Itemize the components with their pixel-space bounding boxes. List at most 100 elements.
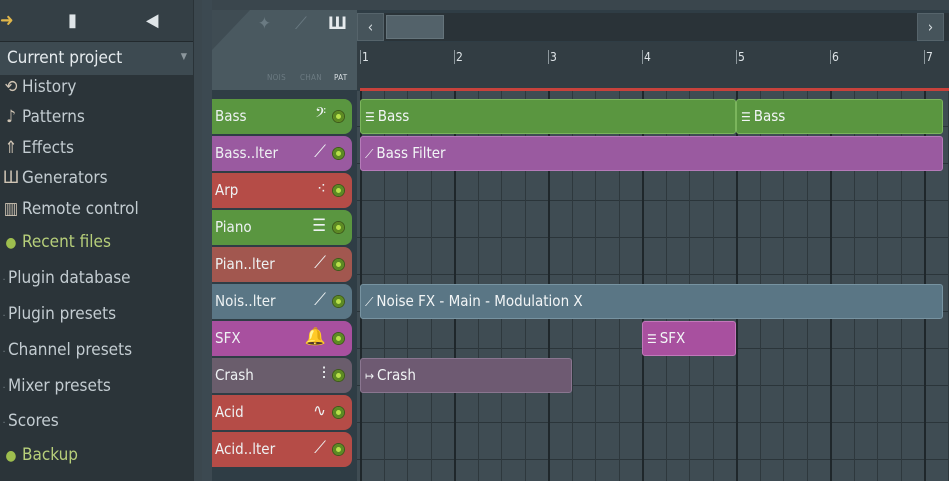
timeline-ruler[interactable]: 1 2 3 4 5 6 7 bbox=[357, 42, 949, 90]
track-mute-led[interactable] bbox=[332, 406, 345, 419]
panel-divider bbox=[202, 0, 212, 481]
browser-item-mixer-presets[interactable]: · Mixer presets bbox=[0, 376, 111, 404]
track-header-piano[interactable]: Piano ☰ bbox=[212, 210, 352, 245]
browser-panel: ➜ ▮ ◀ Current project ▼ ⟲ History ♪ Pattern… bbox=[0, 0, 193, 481]
track-header-bass[interactable]: Bass 𝄢 bbox=[212, 99, 352, 134]
browser-item-label: Patterns bbox=[22, 107, 85, 127]
track-header-pian-lter[interactable]: Pian..lter ⟋ bbox=[212, 247, 352, 282]
mode-label-chan[interactable]: CHAN bbox=[300, 73, 322, 82]
pattern-clip[interactable]: ☰ SFX bbox=[642, 321, 736, 356]
browser-item-plugin-presets[interactable]: · Plugin presets bbox=[0, 304, 117, 332]
history-icon: ⟲ bbox=[4, 77, 18, 97]
remote-icon: ▥ bbox=[3, 199, 19, 219]
track-name: Acid bbox=[215, 403, 244, 421]
mode-label-nois[interactable]: NOIS bbox=[267, 73, 286, 82]
browser-item-label: Channel presets bbox=[8, 340, 133, 360]
track-mute-led[interactable] bbox=[332, 369, 345, 382]
speaker-icon[interactable]: ◀ bbox=[146, 10, 158, 32]
browser-item-scores[interactable]: · Scores bbox=[0, 411, 59, 439]
green-dot-icon: ● bbox=[5, 448, 17, 464]
bar-number: 6 bbox=[832, 50, 839, 64]
scroll-thumb[interactable] bbox=[386, 15, 444, 39]
pattern-icon: ☰ bbox=[365, 110, 375, 124]
document-icon[interactable]: ▮ bbox=[68, 10, 77, 32]
bar-number: 2 bbox=[456, 50, 463, 64]
bar-tick bbox=[642, 50, 643, 64]
audio-icon: ↦ bbox=[365, 369, 375, 383]
clip-label: Noise FX - Main - Modulation X bbox=[376, 292, 583, 310]
pattern-icon: ☰ bbox=[741, 110, 751, 124]
browser-item-label: Plugin presets bbox=[8, 304, 117, 324]
audio-clip[interactable]: ↦ Crash bbox=[360, 358, 572, 393]
track-name: Pian..lter bbox=[215, 255, 275, 273]
arrow-icon[interactable]: ➜ bbox=[0, 10, 14, 32]
dot-icon: · bbox=[2, 418, 6, 429]
track-mute-led[interactable] bbox=[332, 332, 345, 345]
browser-item-label: Effects bbox=[22, 138, 74, 158]
bar-tick bbox=[830, 50, 831, 64]
browser-item-patterns[interactable]: ♪ Patterns bbox=[0, 107, 85, 135]
automation-icon: ⟋ bbox=[314, 253, 326, 273]
playlist-grid[interactable]: ☰ Bass ☰ Bass ⟋ Bass Filter ⟋ Noise FX - Main -… bbox=[357, 91, 949, 481]
track-header-bass-lter[interactable]: Bass..lter ⟋ bbox=[212, 136, 352, 171]
scroll-right-button[interactable]: › bbox=[917, 13, 944, 41]
browser-item-recent-files[interactable]: ● Recent files bbox=[0, 232, 111, 260]
audio-wave-icon[interactable]: ✦ bbox=[258, 14, 271, 34]
track-mute-led[interactable] bbox=[332, 295, 345, 308]
track-mute-led[interactable] bbox=[332, 110, 345, 123]
bar-number: 1 bbox=[362, 50, 369, 64]
clip-label: Bass Filter bbox=[376, 144, 446, 162]
track-header-sfx[interactable]: SFX 🔔 bbox=[212, 321, 352, 356]
browser-item-channel-presets[interactable]: · Channel presets bbox=[0, 340, 132, 368]
automation-clip[interactable]: ⟋ Noise FX - Main - Modulation X bbox=[360, 284, 943, 319]
track-header-nois-lter[interactable]: Nois..lter ⟋ bbox=[212, 284, 352, 319]
horizontal-scrollbar[interactable]: ‹ › bbox=[357, 13, 949, 41]
browser-scrollbar[interactable] bbox=[193, 0, 202, 481]
browser-item-history[interactable]: ⟲ History bbox=[0, 77, 77, 105]
bar-number: 3 bbox=[550, 50, 557, 64]
browser-item-plugin-database[interactable]: · Plugin database bbox=[0, 268, 131, 296]
browser-item-remote-control[interactable]: ▥ Remote control bbox=[0, 199, 139, 227]
track-name: Nois..lter bbox=[215, 292, 276, 310]
track-header-arp[interactable]: Arp ⁖ bbox=[212, 173, 352, 208]
track-mute-led[interactable] bbox=[332, 147, 345, 160]
automation-icon: ⟋ bbox=[314, 290, 326, 310]
browser-item-label: Scores bbox=[8, 411, 59, 431]
mode-label-pat[interactable]: PAT bbox=[334, 73, 347, 82]
pattern-clip[interactable]: ☰ Bass bbox=[360, 99, 736, 134]
track-header-crash[interactable]: Crash ⫶ bbox=[212, 358, 352, 393]
pattern-icon: ☰ bbox=[647, 332, 657, 346]
track-mute-led[interactable] bbox=[332, 221, 345, 234]
automation-icon: ⟋ bbox=[365, 295, 374, 309]
bar-number: 7 bbox=[926, 50, 933, 64]
clip-label-wrapper: ↦ Crash bbox=[365, 366, 416, 384]
track-header-acid[interactable]: Acid ∿ bbox=[212, 395, 352, 430]
automation-icon[interactable]: ⟋ bbox=[295, 14, 307, 34]
automation-clip[interactable]: ⟋ Bass Filter bbox=[360, 136, 943, 171]
browser-item-backup[interactable]: ● Backup bbox=[0, 445, 79, 473]
track-mute-led[interactable] bbox=[332, 184, 345, 197]
browser-title: Current project bbox=[7, 48, 123, 68]
clip-label-wrapper: ☰ Bass bbox=[365, 107, 409, 125]
browser-header[interactable]: Current project ▼ bbox=[0, 42, 193, 75]
arp-icon: ⁖ bbox=[317, 179, 326, 199]
track-header-acid-lter[interactable]: Acid..lter ⟋ bbox=[212, 432, 352, 467]
track-name: Crash bbox=[215, 366, 254, 384]
scroll-left-button[interactable]: ‹ bbox=[357, 13, 384, 41]
clip-label-wrapper: ⟋ Noise FX - Main - Modulation X bbox=[365, 292, 583, 310]
track-mute-led[interactable] bbox=[332, 258, 345, 271]
browser-item-generators[interactable]: Ш Generators bbox=[0, 168, 108, 196]
clip-label: Bass bbox=[377, 107, 410, 125]
clip-label-wrapper: ☰ SFX bbox=[647, 329, 685, 347]
wave-icon: ∿ bbox=[313, 401, 326, 421]
track-mute-led[interactable] bbox=[332, 443, 345, 456]
dot-icon: · bbox=[2, 383, 6, 394]
pattern-clip[interactable]: ☰ Bass bbox=[736, 99, 943, 134]
dot-icon: · bbox=[2, 347, 6, 358]
track-name: Acid..lter bbox=[215, 440, 276, 458]
chevron-down-icon[interactable]: ▼ bbox=[181, 52, 187, 62]
dot-icon: · bbox=[2, 311, 6, 322]
track-name: SFX bbox=[215, 329, 241, 347]
browser-item-effects[interactable]: ⇑ Effects bbox=[0, 138, 74, 166]
pattern-icon[interactable]: Ш bbox=[328, 14, 347, 34]
